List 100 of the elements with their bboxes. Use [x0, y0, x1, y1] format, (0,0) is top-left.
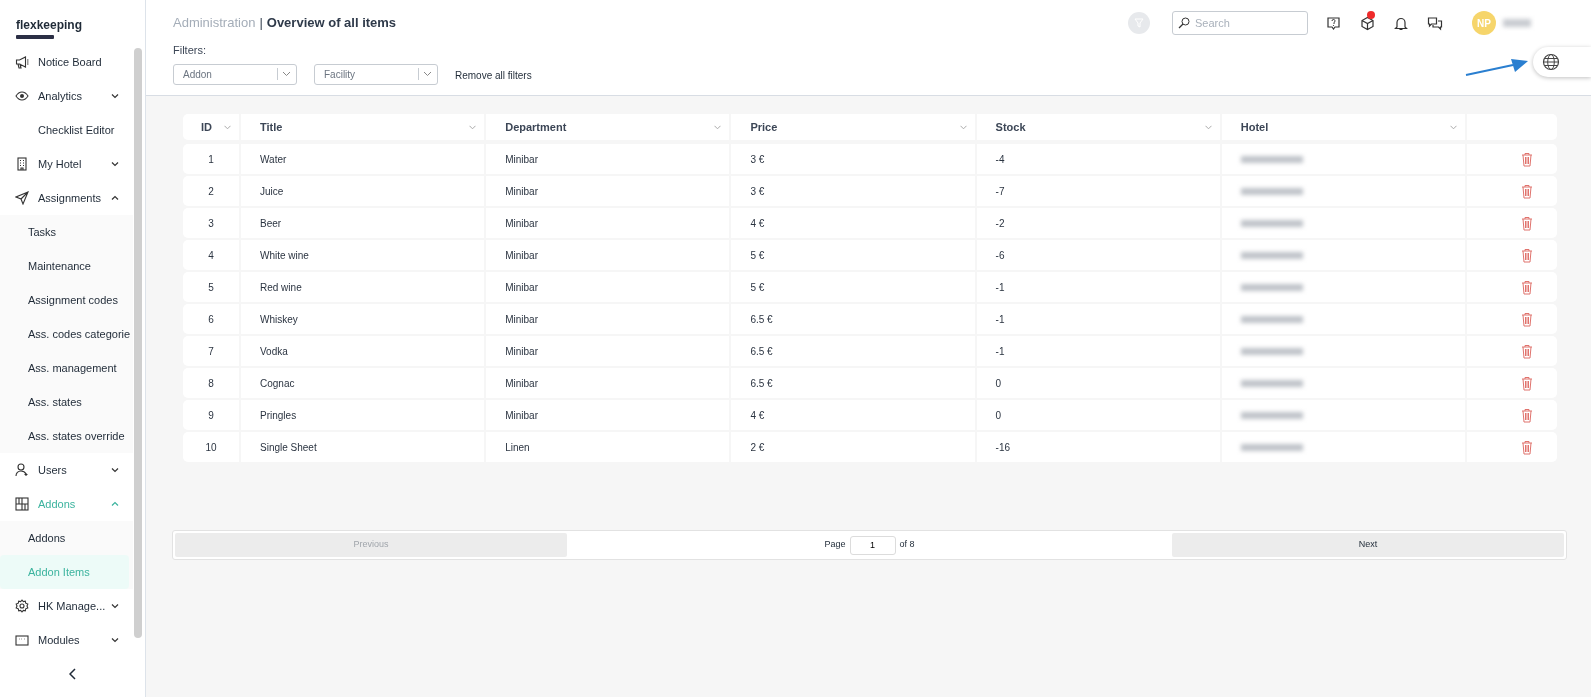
table-cell: 7 — [183, 336, 239, 366]
logo-tag — [16, 35, 54, 39]
paper-plane-icon — [15, 191, 29, 205]
globe-button[interactable] — [1533, 47, 1591, 77]
trash-icon[interactable] — [1521, 375, 1533, 391]
sort-chevron-icon[interactable] — [1450, 124, 1457, 130]
table-cell: Minibar — [486, 368, 730, 398]
building-icon — [15, 157, 29, 171]
page-count: of 8 — [899, 538, 915, 552]
chevron-up-icon[interactable] — [111, 194, 119, 202]
column-header[interactable]: Hotel — [1221, 114, 1465, 140]
help-icon[interactable] — [1325, 15, 1341, 31]
sidebar-item[interactable]: My Hotel — [0, 147, 133, 181]
search-field[interactable]: Search — [1172, 11, 1308, 35]
redacted-hotel-name — [1240, 315, 1303, 323]
sidebar-item[interactable]: HK Manage... — [0, 589, 133, 623]
chevron-down-icon[interactable] — [111, 466, 119, 474]
table-cell: 5 — [183, 272, 239, 302]
chevron-left-icon[interactable] — [68, 668, 77, 680]
sort-chevron-icon[interactable] — [224, 124, 231, 130]
page-label: Page — [824, 538, 846, 552]
table-cell: -7 — [976, 176, 1220, 206]
table-cell: 6.5 € — [731, 368, 975, 398]
sidebar-item[interactable]: Modules — [0, 623, 133, 651]
scrollbar-thumb[interactable] — [134, 48, 142, 638]
redacted-hotel-name — [1240, 411, 1303, 419]
filter-dropdown[interactable]: Facility — [314, 63, 438, 85]
chevron-down-icon[interactable] — [111, 636, 119, 644]
sidebar-subitem[interactable]: Ass. codes categorie — [0, 317, 133, 351]
table-cell: -4 — [976, 144, 1220, 174]
table-cell: Minibar — [486, 400, 730, 430]
table-cell: Linen — [486, 432, 730, 462]
redacted-hotel-name — [1240, 283, 1303, 291]
trash-icon[interactable] — [1521, 247, 1533, 263]
sort-chevron-icon[interactable] — [469, 124, 477, 130]
sidebar-item[interactable]: Analytics — [0, 79, 133, 113]
sidebar-subitem[interactable]: Ass. states — [0, 385, 133, 419]
page-number-field[interactable]: 1 — [849, 535, 896, 555]
trash-icon[interactable] — [1521, 279, 1533, 295]
redacted-hotel-name — [1240, 379, 1303, 387]
redacted-hotel-name — [1240, 443, 1303, 451]
trash-icon[interactable] — [1521, 343, 1533, 359]
table-cell: Beer — [241, 208, 485, 238]
next-button[interactable]: Next — [1172, 533, 1564, 557]
chevron-down-icon[interactable] — [111, 602, 119, 610]
table-cell: 3 — [183, 208, 239, 238]
table-cell: 1 — [183, 144, 239, 174]
table-cell: Minibar — [486, 240, 730, 270]
table-cell: 3 € — [731, 144, 975, 174]
table-cell: 8 — [183, 368, 239, 398]
cube-icon[interactable] — [1359, 15, 1375, 31]
sidebar-item[interactable]: Checklist Editor — [0, 113, 133, 147]
trash-icon[interactable] — [1521, 439, 1533, 455]
column-header[interactable]: Department — [486, 114, 730, 140]
table-cell: -6 — [976, 240, 1220, 270]
table-cell: -2 — [976, 208, 1220, 238]
column-header[interactable]: Stock — [976, 114, 1220, 140]
chevron-down-icon — [282, 71, 291, 77]
sidebar-subitem[interactable]: Addons — [0, 521, 133, 555]
sort-chevron-icon[interactable] — [714, 124, 722, 130]
table-cell: Minibar — [486, 272, 730, 302]
table-cell: 3 € — [731, 176, 975, 206]
chevron-down-icon[interactable] — [111, 92, 119, 100]
column-header[interactable]: ID — [183, 114, 239, 140]
redacted-hotel-name — [1240, 347, 1303, 355]
megaphone-icon — [15, 55, 29, 69]
globe-icon — [1542, 53, 1560, 71]
remove-filters-link[interactable]: Remove all filters — [455, 68, 532, 83]
sidebar-subitem[interactable]: Tasks — [0, 215, 133, 249]
table-cell: 9 — [183, 400, 239, 430]
sidebar-subitem[interactable]: Assignment codes — [0, 283, 133, 317]
table-cell: 2 — [183, 176, 239, 206]
trash-icon[interactable] — [1521, 151, 1533, 167]
table-cell: Cognac — [241, 368, 485, 398]
notification-badge — [1367, 11, 1375, 19]
sidebar-item[interactable]: Assignments — [0, 181, 133, 215]
chevron-down-icon[interactable] — [111, 160, 119, 168]
sidebar-subitem[interactable]: Ass. states override — [0, 419, 133, 453]
chat-icon[interactable] — [1427, 15, 1443, 31]
sidebar-subitem[interactable]: Ass. management — [0, 351, 133, 385]
sort-chevron-icon[interactable] — [1204, 124, 1212, 130]
table-cell: 10 — [183, 432, 239, 462]
table-cell: 4 — [183, 240, 239, 270]
trash-icon[interactable] — [1521, 407, 1533, 423]
sidebar-item[interactable]: Notice Board — [0, 45, 133, 79]
table-cell: Water — [241, 144, 485, 174]
table-cell: Minibar — [486, 208, 730, 238]
sidebar-item[interactable]: Users — [0, 453, 133, 487]
filter-dropdown[interactable]: Addon — [173, 63, 297, 85]
trash-icon[interactable] — [1521, 215, 1533, 231]
column-header[interactable]: Price — [731, 114, 975, 140]
column-header[interactable]: Title — [241, 114, 485, 140]
table-cell: 6.5 € — [731, 336, 975, 366]
trash-icon[interactable] — [1521, 311, 1533, 327]
trash-icon[interactable] — [1521, 183, 1533, 199]
sort-chevron-icon[interactable] — [959, 124, 967, 130]
bell-icon[interactable] — [1394, 15, 1408, 31]
table-cell: -16 — [976, 432, 1220, 462]
sidebar-subitem[interactable]: Maintenance — [0, 249, 133, 283]
eye-icon — [15, 89, 29, 103]
